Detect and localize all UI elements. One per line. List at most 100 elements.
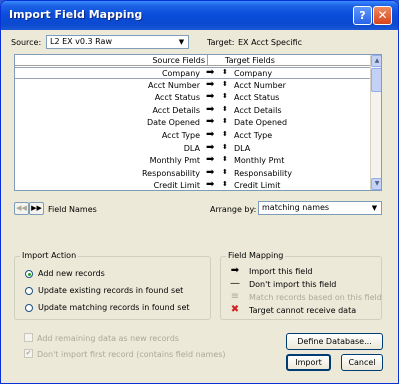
field-names-label: Field Names: [48, 205, 97, 214]
table-row[interactable]: Credit Limit ➡ ⬍ Credit Limit: [15, 179, 370, 191]
import-action-title: Import Action: [20, 251, 79, 260]
target-field: Acct Details: [234, 105, 282, 115]
update-existing-label[interactable]: Update existing records in found set: [38, 286, 183, 295]
move-updown-icon[interactable]: ⬍: [222, 130, 228, 138]
source-label: Source:: [11, 38, 42, 47]
vertical-scrollbar[interactable]: ▲ ▼: [370, 55, 381, 190]
scroll-up-icon[interactable]: ▲: [371, 55, 381, 67]
source-fields-header[interactable]: Source Fields: [152, 56, 205, 65]
source-field: Company: [161, 69, 200, 78]
arrow-right-icon[interactable]: ➡: [206, 67, 214, 78]
move-updown-icon[interactable]: ⬍: [222, 92, 228, 100]
dialog-title: Import Field Mapping: [9, 8, 143, 21]
move-updown-icon[interactable]: ⬍: [222, 180, 228, 188]
target-field: Date Opened: [234, 118, 288, 128]
source-field: Acct Number: [148, 80, 200, 90]
update-matching-radio[interactable]: [25, 304, 33, 312]
dont-import-first-label[interactable]: Don't import first record (contains fiel…: [37, 350, 226, 359]
target-fields-header[interactable]: Target Fields: [225, 56, 275, 65]
field-mapping-list[interactable]: Source Fields Target Fields Company ➡ ⬍ Com…: [14, 54, 382, 191]
radio-selected-dot: [28, 273, 31, 276]
target-field: Acct Type: [234, 131, 273, 140]
target-label: Target:: [207, 38, 235, 47]
equals-icon: ≡: [230, 291, 240, 302]
table-row[interactable]: Company ➡ ⬍ Company: [15, 67, 370, 79]
source-field: Responsability: [141, 168, 200, 178]
move-updown-icon[interactable]: ⬍: [222, 105, 228, 113]
legend-match-label: Match records based on this field: [249, 293, 382, 302]
table-row[interactable]: Monthly Pmt ➡ ⬍ Monthly Pmt: [15, 154, 370, 167]
source-field: Acct Details: [152, 105, 200, 115]
table-row[interactable]: Responsability ➡ ⬍ Responsability: [15, 167, 370, 180]
arrow-right-icon[interactable]: ➡: [206, 167, 214, 178]
source-field: Monthly Pmt: [149, 156, 200, 166]
target-field: Acct Status: [234, 93, 280, 103]
move-updown-icon[interactable]: ⬍: [222, 143, 228, 151]
move-updown-icon[interactable]: ⬍: [222, 80, 228, 88]
chevron-down-icon[interactable]: ▼: [369, 203, 380, 213]
scroll-down-icon[interactable]: ▼: [371, 178, 381, 190]
arrow-right-icon[interactable]: ➡: [206, 79, 214, 90]
source-field: Date Opened: [146, 118, 200, 128]
import-action-group: Import Action Add new records Update exi…: [14, 251, 211, 320]
add-remaining-checkbox[interactable]: [24, 333, 33, 342]
add-new-records-label[interactable]: Add new records: [38, 269, 105, 278]
update-matching-label[interactable]: Update matching records in found set: [38, 303, 190, 312]
table-row[interactable]: Acct Type ➡ ⬍ Acct Type: [15, 129, 370, 142]
arrow-right-icon[interactable]: ➡: [206, 91, 214, 102]
arrow-right-icon[interactable]: ➡: [206, 154, 214, 165]
table-row[interactable]: Acct Number ➡ ⬍ Acct Number: [15, 79, 370, 92]
source-field: Acct Type: [161, 131, 200, 140]
x-icon: ✖: [230, 304, 240, 315]
arrow-right-icon[interactable]: ➡: [206, 104, 214, 115]
move-updown-icon[interactable]: ⬍: [222, 155, 228, 163]
source-field: Acct Status: [154, 93, 200, 103]
table-row[interactable]: Date Opened ➡ ⬍ Date Opened: [15, 116, 370, 129]
title-bar: Import Field Mapping ? ✕: [1, 1, 398, 30]
table-row[interactable]: Acct Status ➡ ⬍ Acct Status: [15, 91, 370, 104]
scroll-thumb[interactable]: [371, 68, 381, 92]
legend-dont-import-label: Don't import this field: [249, 280, 337, 289]
source-field: DLA: [183, 143, 200, 153]
arrange-by-label: Arrange by:: [210, 205, 257, 214]
chevron-down-icon[interactable]: ▼: [176, 37, 187, 47]
move-updown-icon[interactable]: ⬍: [222, 68, 228, 76]
target-field: Credit Limit: [234, 181, 281, 191]
move-updown-icon[interactable]: ⬍: [222, 117, 228, 125]
next-field-button[interactable]: ▶▶: [29, 202, 44, 215]
field-mapping-legend: Field Mapping ➡ Import this field — Don'…: [220, 251, 382, 320]
arrange-by-select[interactable]: matching names ▼: [258, 201, 382, 215]
source-select[interactable]: L2 EX v0.3 Raw ▼: [46, 35, 189, 49]
add-remaining-label[interactable]: Add remaining data as new records: [37, 334, 179, 343]
table-row[interactable]: Acct Details ➡ ⬍ Acct Details: [15, 104, 370, 117]
arrow-right-icon[interactable]: ➡: [206, 129, 214, 140]
source-select-value: L2 EX v0.3 Raw: [50, 37, 112, 46]
arrow-right-icon[interactable]: ➡: [206, 179, 214, 190]
import-button[interactable]: Import: [286, 354, 331, 371]
target-field: Responsability: [234, 168, 293, 178]
move-updown-icon[interactable]: ⬍: [222, 168, 228, 176]
help-button[interactable]: ?: [353, 6, 372, 25]
cancel-button[interactable]: Cancel: [341, 354, 383, 371]
dash-icon: —: [230, 278, 240, 289]
previous-field-button[interactable]: ◀◀: [14, 202, 29, 215]
define-database-button[interactable]: Define Database...: [286, 333, 383, 350]
close-button[interactable]: ✕: [373, 6, 392, 25]
legend-import-label: Import this field: [249, 267, 313, 276]
target-field: Acct Number: [234, 80, 286, 90]
target-field: DLA: [234, 143, 251, 153]
header-divider: [207, 55, 208, 66]
target-field: Company: [234, 69, 273, 78]
arrow-right-icon[interactable]: ➡: [206, 142, 214, 153]
arrow-right-icon: ➡: [230, 265, 240, 276]
list-header: Source Fields Target Fields: [15, 55, 370, 66]
update-existing-radio[interactable]: [25, 287, 33, 295]
target-field: Monthly Pmt: [234, 156, 285, 166]
import-field-mapping-dialog: Import Field Mapping ? ✕ Source: L2 EX v…: [0, 0, 399, 384]
arrow-right-icon[interactable]: ➡: [206, 116, 214, 127]
source-field: Credit Limit: [153, 181, 200, 191]
arrange-by-value: matching names: [262, 203, 330, 212]
dont-import-first-checkbox[interactable]: ✔: [24, 349, 33, 358]
add-new-records-radio[interactable]: [25, 270, 33, 278]
table-row[interactable]: DLA ➡ ⬍ DLA: [15, 142, 370, 155]
